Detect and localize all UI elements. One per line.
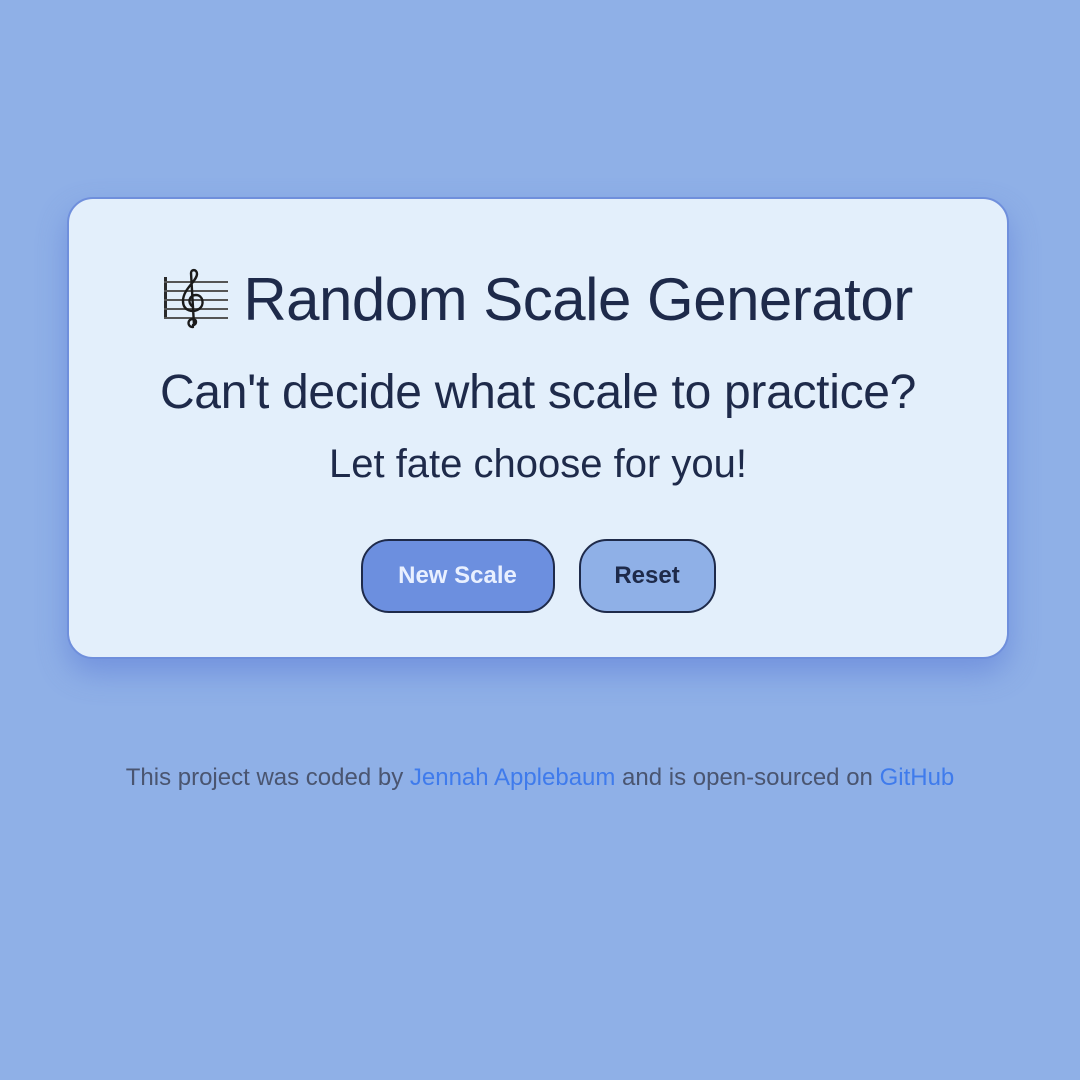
footer-text-2: and is open-sourced on xyxy=(622,764,873,791)
musical-score-icon xyxy=(163,267,229,333)
subtitle: Can't decide what scale to practice? xyxy=(159,366,917,419)
github-link[interactable]: GitHub xyxy=(880,764,955,791)
scale-generator-card: Random Scale Generator Can't decide what… xyxy=(67,197,1009,659)
new-scale-button[interactable]: New Scale xyxy=(360,539,555,613)
page-title: Random Scale Generator xyxy=(243,266,913,333)
page: Random Scale Generator Can't decide what… xyxy=(0,0,1080,1080)
footer: This project was coded by Jennah Appleba… xyxy=(0,762,1080,794)
author-link[interactable]: Jennah Applebaum xyxy=(410,764,616,791)
reset-button[interactable]: Reset xyxy=(578,539,716,613)
title-row: Random Scale Generator xyxy=(69,261,1007,339)
footer-text-1: This project was coded by xyxy=(125,764,404,791)
tagline: Let fate choose for you! xyxy=(328,442,748,486)
button-group: New Scale Reset xyxy=(69,539,1007,613)
